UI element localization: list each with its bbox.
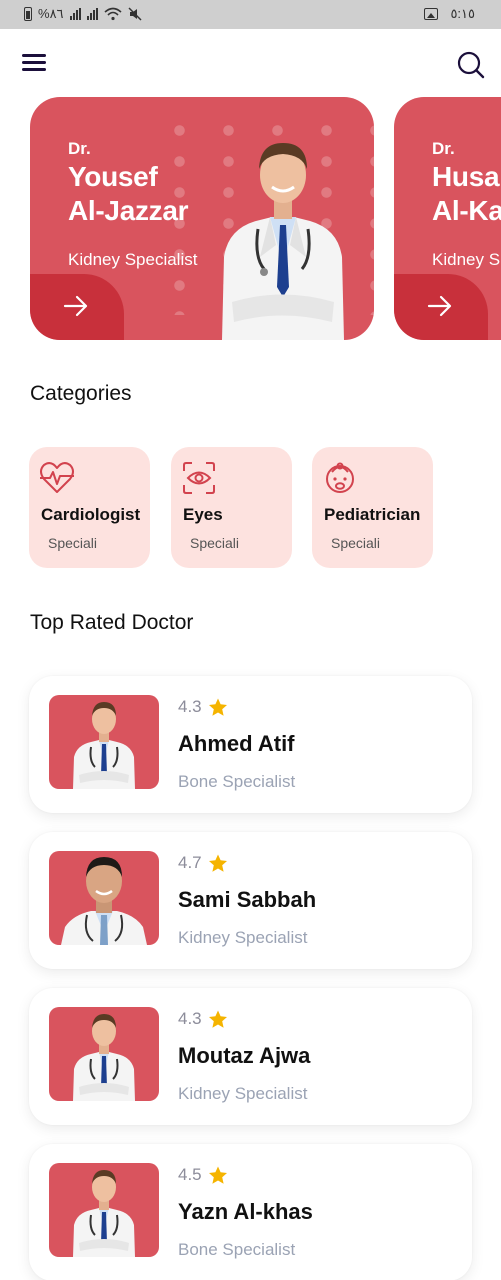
doctor-photo bbox=[222, 143, 344, 340]
doctor-list-item[interactable]: 4.3 Ahmed Atif Bone Specialist bbox=[29, 676, 472, 813]
star-icon bbox=[208, 1166, 227, 1184]
doctor-thumbnail bbox=[49, 695, 159, 789]
status-right: ٥:١٥ bbox=[424, 6, 475, 22]
doctor-name-line1: Yousef bbox=[68, 161, 158, 192]
image-icon bbox=[424, 8, 439, 20]
star-icon bbox=[208, 698, 227, 716]
doctor-rating: 4.3 bbox=[178, 697, 228, 717]
doctor-name-line1: Husa bbox=[432, 161, 500, 192]
category-sub: Speciali bbox=[331, 535, 381, 551]
mute-icon bbox=[128, 7, 142, 21]
status-time: ٥:١٥ bbox=[450, 6, 475, 21]
featured-doctor-card[interactable]: Dr. Husa Al-Ka Kidney S bbox=[394, 97, 501, 340]
category-cardiologist[interactable]: Cardiologist Speciali bbox=[29, 447, 150, 568]
battery-icon bbox=[24, 7, 32, 21]
view-doctor-button[interactable] bbox=[30, 274, 124, 340]
doctor-name: Yousef Al-Jazzar bbox=[68, 160, 189, 228]
doctor-list-item[interactable]: 4.3 Moutaz Ajwa Kidney Specialist bbox=[29, 988, 472, 1125]
rating-value: 4.3 bbox=[178, 697, 202, 716]
doctor-name: Yazn Al-khas bbox=[178, 1199, 313, 1224]
baby-face-icon bbox=[326, 462, 354, 493]
doctor-name-line2: Al-Jazzar bbox=[68, 195, 189, 226]
category-eyes[interactable]: Eyes Speciali bbox=[171, 447, 292, 568]
doctor-photo bbox=[61, 857, 147, 945]
category-name: Cardiologist bbox=[41, 505, 141, 524]
doctor-photo bbox=[73, 702, 135, 789]
doctor-rating: 4.3 bbox=[178, 1009, 228, 1029]
category-sub: Speciali bbox=[190, 535, 240, 551]
rating-value: 4.5 bbox=[178, 1165, 202, 1184]
eye-scan-icon bbox=[183, 462, 215, 494]
doctor-specialty: Bone Specialist bbox=[178, 772, 296, 791]
star-icon bbox=[208, 1010, 227, 1028]
status-left: %٨٦ bbox=[24, 6, 142, 22]
hamburger-menu-icon[interactable] bbox=[22, 54, 46, 72]
doctor-prefix: Dr. bbox=[432, 139, 455, 158]
categories-title: Categories bbox=[30, 382, 132, 405]
doctor-list-item[interactable]: 4.7 Sami Sabbah Kidney Specialist bbox=[29, 832, 472, 969]
doctor-name-line2: Al-Ka bbox=[432, 195, 501, 226]
doctor-name: Moutaz Ajwa bbox=[178, 1043, 311, 1068]
signal-icon bbox=[69, 8, 81, 20]
star-icon bbox=[208, 854, 227, 872]
search-icon[interactable] bbox=[456, 50, 486, 80]
doctor-photo bbox=[73, 1170, 135, 1257]
doctor-list-item[interactable]: 4.5 Yazn Al-khas Bone Specialist bbox=[29, 1144, 472, 1280]
battery-text: %٨٦ bbox=[38, 6, 64, 21]
signal-icon bbox=[86, 8, 98, 20]
doctor-specialty: Bone Specialist bbox=[178, 1240, 296, 1259]
doctor-name: Ahmed Atif bbox=[178, 731, 295, 756]
doctor-photo bbox=[73, 1014, 135, 1101]
rating-value: 4.7 bbox=[178, 853, 202, 872]
doctor-rating: 4.7 bbox=[178, 853, 228, 873]
rating-value: 4.3 bbox=[178, 1009, 202, 1028]
doctor-name: Husa Al-Ka bbox=[432, 160, 501, 228]
doctor-specialty: Kidney Specialist bbox=[178, 1084, 308, 1103]
wifi-icon bbox=[104, 7, 122, 21]
doctor-specialty: Kidney Specialist bbox=[178, 928, 308, 947]
category-name: Eyes bbox=[183, 505, 223, 524]
doctor-thumbnail bbox=[49, 1163, 159, 1257]
doctor-rating: 4.5 bbox=[178, 1165, 228, 1185]
doctor-thumbnail bbox=[49, 1007, 159, 1101]
heart-pulse-icon bbox=[40, 462, 74, 493]
arrow-right-icon bbox=[63, 295, 88, 317]
doctor-prefix: Dr. bbox=[68, 139, 91, 158]
view-doctor-button[interactable] bbox=[394, 274, 488, 340]
category-name: Pediatrician bbox=[324, 505, 421, 524]
category-sub: Speciali bbox=[48, 535, 98, 551]
doctor-name: Sami Sabbah bbox=[178, 887, 317, 912]
status-bar: %٨٦ ٥:١٥ bbox=[0, 0, 501, 29]
category-pediatrician[interactable]: Pediatrician Speciali bbox=[312, 447, 433, 568]
featured-doctor-card[interactable]: Dr. Yousef Al-Jazzar Kidney Specialist bbox=[30, 97, 374, 340]
doctor-thumbnail bbox=[49, 851, 159, 945]
doctor-specialty: Kidney Specialist bbox=[68, 250, 198, 269]
doctor-specialty: Kidney S bbox=[432, 250, 501, 269]
arrow-right-icon bbox=[427, 295, 452, 317]
top-rated-title: Top Rated Doctor bbox=[30, 611, 194, 634]
